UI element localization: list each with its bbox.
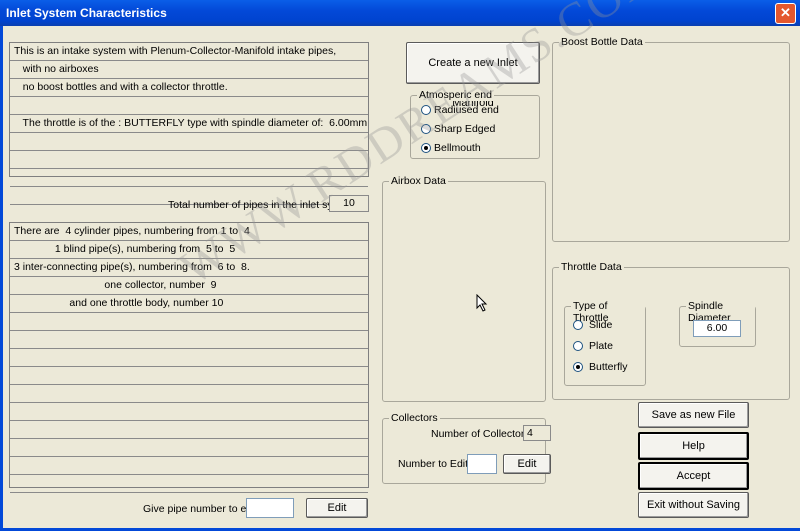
edit-pipe-input[interactable]: [246, 498, 294, 518]
edit-pipe-button[interactable]: Edit: [306, 498, 368, 518]
atmospheric-end-group: Atmosperic end Radiused end Sharp Edged …: [410, 89, 540, 159]
pipe-row: [10, 439, 368, 457]
accept-button[interactable]: Accept: [638, 462, 749, 490]
save-as-new-file-button[interactable]: Save as new File: [638, 402, 749, 428]
airbox-legend: Airbox Data: [389, 175, 448, 187]
collector-edit-label: Number to Edit:: [398, 458, 471, 470]
radio-sharp-edged[interactable]: [421, 124, 431, 134]
spindle-group: Spindle Diameter 6.00: [679, 300, 756, 347]
pipe-row: [10, 475, 368, 493]
slide-label: Slide: [589, 319, 613, 331]
throttle-type-group: Type of Throttle Slide Plate Butterfly: [564, 300, 646, 386]
spindle-input[interactable]: 6.00: [693, 320, 741, 337]
description-list: This is an intake system with Plenum-Col…: [9, 42, 369, 205]
collectors-group: Collectors Number of Collectors: 4 Numbe…: [382, 412, 551, 484]
description-row: The throttle is of the : BUTTERFLY type …: [10, 115, 368, 133]
pipe-row: and one throttle body, number 10: [10, 295, 368, 313]
collector-count-label: Number of Collectors:: [431, 428, 533, 440]
description-row: [10, 97, 368, 115]
collector-count-value: 4: [523, 425, 551, 441]
help-button[interactable]: Help: [638, 432, 749, 460]
radio-plate[interactable]: [573, 341, 583, 351]
description-row: with no airboxes: [10, 61, 368, 79]
butterfly-label: Butterfly: [589, 361, 628, 373]
boost-bottle-legend: Boost Bottle Data: [559, 36, 645, 48]
description-row: [10, 151, 368, 169]
radio-butterfly[interactable]: [573, 362, 583, 372]
mouse-cursor-icon: [476, 294, 488, 312]
collector-edit-button[interactable]: Edit: [503, 454, 551, 474]
pipe-row: [10, 367, 368, 385]
atmospheric-end-legend: Atmosperic end: [417, 89, 494, 101]
exit-without-saving-button[interactable]: Exit without Saving: [638, 492, 749, 518]
radio-slide[interactable]: [573, 320, 583, 330]
radio-radiused-end[interactable]: [421, 105, 431, 115]
description-row: [10, 133, 368, 151]
pipe-row: [10, 421, 368, 439]
throttle-group: Throttle Data Type of Throttle Slide Pla…: [552, 261, 790, 400]
description-row: no boost bottles and with a collector th…: [10, 79, 368, 97]
pipe-row: [10, 403, 368, 421]
pipe-row: 3 inter-connecting pipe(s), numbering fr…: [10, 259, 368, 277]
pipe-row: [10, 349, 368, 367]
pipe-row: There are 4 cylinder pipes, numbering fr…: [10, 223, 368, 241]
description-row: This is an intake system with Plenum-Col…: [10, 43, 368, 61]
radio-bellmouth[interactable]: [421, 143, 431, 153]
radiused-end-label: Radiused end: [434, 104, 499, 116]
collectors-legend: Collectors: [389, 412, 440, 424]
close-icon[interactable]: ✕: [775, 3, 796, 24]
total-pipes-value: 10: [329, 195, 369, 212]
plate-label: Plate: [589, 340, 613, 352]
title-bar: Inlet System Characteristics ✕: [0, 0, 800, 26]
pipe-row: 1 blind pipe(s), numbering from 5 to 5: [10, 241, 368, 259]
airbox-group: Airbox Data: [382, 175, 546, 402]
collector-edit-input[interactable]: [467, 454, 497, 474]
bellmouth-label: Bellmouth: [434, 142, 481, 154]
sharp-edged-label: Sharp Edged: [434, 123, 496, 135]
pipe-row: [10, 331, 368, 349]
pipe-row: [10, 385, 368, 403]
window-title: Inlet System Characteristics: [6, 6, 167, 20]
pipe-row: one collector, number 9: [10, 277, 368, 295]
throttle-legend: Throttle Data: [559, 261, 624, 273]
edit-pipe-label: Give pipe number to edit:: [143, 503, 261, 515]
pipe-list[interactable]: There are 4 cylinder pipes, numbering fr…: [9, 222, 369, 493]
boost-bottle-group: Boost Bottle Data: [552, 36, 790, 242]
pipe-row: [10, 457, 368, 475]
pipe-row: [10, 313, 368, 331]
description-row: [10, 169, 368, 187]
create-manifold-button[interactable]: Create a new Inlet Manifold: [406, 42, 540, 109]
